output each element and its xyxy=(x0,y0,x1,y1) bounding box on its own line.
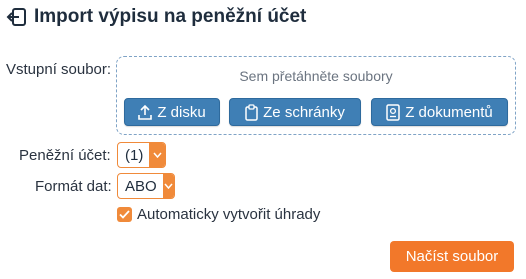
from-clipboard-label: Ze schránky xyxy=(263,103,345,121)
checkmark-icon xyxy=(119,210,130,219)
page-header: Import výpisu na peněžní účet xyxy=(6,6,306,28)
chevron-down-icon xyxy=(149,143,165,167)
format-label: Formát dat: xyxy=(35,178,112,195)
auto-payments-option[interactable]: Automaticky vytvořit úhrady xyxy=(117,206,320,223)
chevron-down-icon xyxy=(162,174,174,198)
format-select[interactable]: ABO xyxy=(117,173,175,199)
page-title: Import výpisu na peněžní účet xyxy=(34,6,307,27)
upload-icon xyxy=(138,104,153,120)
load-file-button[interactable]: Načíst soubor xyxy=(390,241,514,272)
from-disk-button[interactable]: Z disku xyxy=(124,98,220,126)
from-disk-label: Z disku xyxy=(157,103,206,121)
file-label: Vstupní soubor: xyxy=(6,61,112,78)
from-clipboard-button[interactable]: Ze schránky xyxy=(229,98,361,126)
import-arrow-icon xyxy=(6,6,28,28)
auto-payments-checkbox[interactable] xyxy=(117,207,132,222)
account-label: Peněžní účet: xyxy=(19,147,111,164)
from-documents-label: Z dokumentů xyxy=(405,103,493,121)
format-select-value: ABO xyxy=(125,177,157,195)
clipboard-icon xyxy=(245,103,258,121)
from-documents-button[interactable]: Z dokumentů xyxy=(371,98,508,126)
file-dropzone[interactable]: Sem přetáhněte soubory Z disku Ze schrán… xyxy=(116,56,516,135)
account-select[interactable]: (1) xyxy=(117,142,166,168)
auto-payments-label: Automaticky vytvořit úhrady xyxy=(137,206,321,223)
account-select-value: (1) xyxy=(125,146,144,164)
document-icon xyxy=(386,103,400,121)
dropzone-text: Sem přetáhněte soubory xyxy=(239,68,393,84)
